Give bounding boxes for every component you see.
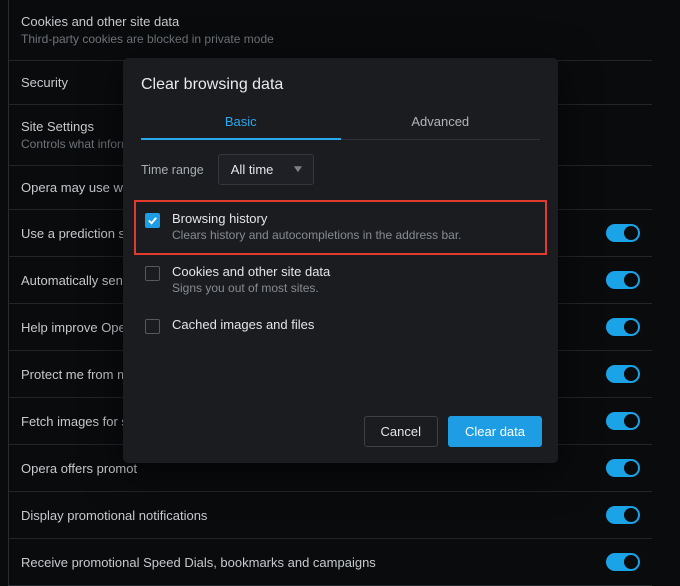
dialog-tabs: Basic Advanced <box>141 106 540 140</box>
check-icon <box>147 215 158 226</box>
promo-notif-row[interactable]: Display promotional notifications <box>9 492 652 539</box>
options-list: Browsing history Clears history and auto… <box>123 201 558 346</box>
option-desc: Signs you out of most sites. <box>172 281 330 295</box>
toggle[interactable] <box>606 224 640 242</box>
cancel-button[interactable]: Cancel <box>364 416 438 447</box>
site-title: Site Settings <box>21 119 94 134</box>
checkbox[interactable] <box>145 266 160 281</box>
chevron-down-icon: ▼ <box>291 164 305 175</box>
toggle[interactable] <box>606 459 640 477</box>
clear-data-button[interactable]: Clear data <box>448 416 542 447</box>
toggle[interactable] <box>606 318 640 336</box>
toggle[interactable] <box>606 412 640 430</box>
option-cached[interactable]: Cached images and files <box>137 307 544 346</box>
checkbox[interactable] <box>145 319 160 334</box>
option-cookies[interactable]: Cookies and other site data Signs you ou… <box>137 254 544 307</box>
site-sub: Controls what inform <box>21 137 131 151</box>
security-title: Security <box>21 75 68 90</box>
row-label: Protect me from ma <box>21 367 135 382</box>
toggle[interactable] <box>606 271 640 289</box>
time-range-label: Time range <box>141 163 204 177</box>
option-label: Cached images and files <box>172 317 314 332</box>
row-label: Use a prediction ser <box>21 226 137 241</box>
row-label: Receive promotional Speed Dials, bookmar… <box>21 555 376 570</box>
time-range-value: All time <box>231 162 274 177</box>
cookies-sub: Third-party cookies are blocked in priva… <box>21 32 274 46</box>
toggle[interactable] <box>606 553 640 571</box>
row-label: Display promotional notifications <box>21 508 207 523</box>
promo-speed-row[interactable]: Receive promotional Speed Dials, bookmar… <box>9 539 652 586</box>
time-range-row: Time range All time ▼ <box>123 140 558 201</box>
cookies-row[interactable]: Cookies and other site data Third-party … <box>9 0 652 61</box>
cookies-title: Cookies and other site data <box>21 14 179 29</box>
toggle[interactable] <box>606 365 640 383</box>
row-label: Opera offers promot <box>21 461 137 476</box>
option-label: Browsing history <box>172 211 462 226</box>
option-desc: Clears history and autocompletions in th… <box>172 228 462 242</box>
option-label: Cookies and other site data <box>172 264 330 279</box>
option-browsing-history[interactable]: Browsing history Clears history and auto… <box>135 201 546 254</box>
clear-browsing-data-dialog: Clear browsing data Basic Advanced Time … <box>123 58 558 463</box>
tab-basic[interactable]: Basic <box>141 106 341 139</box>
dialog-title: Clear browsing data <box>123 58 558 106</box>
toggle[interactable] <box>606 506 640 524</box>
checkbox[interactable] <box>145 213 160 228</box>
dialog-footer: Cancel Clear data <box>123 402 558 463</box>
tab-advanced[interactable]: Advanced <box>341 106 541 139</box>
time-range-select[interactable]: All time ▼ <box>218 154 315 185</box>
row-label: Opera may use web <box>21 180 137 195</box>
row-label: Help improve Opera <box>21 320 137 335</box>
